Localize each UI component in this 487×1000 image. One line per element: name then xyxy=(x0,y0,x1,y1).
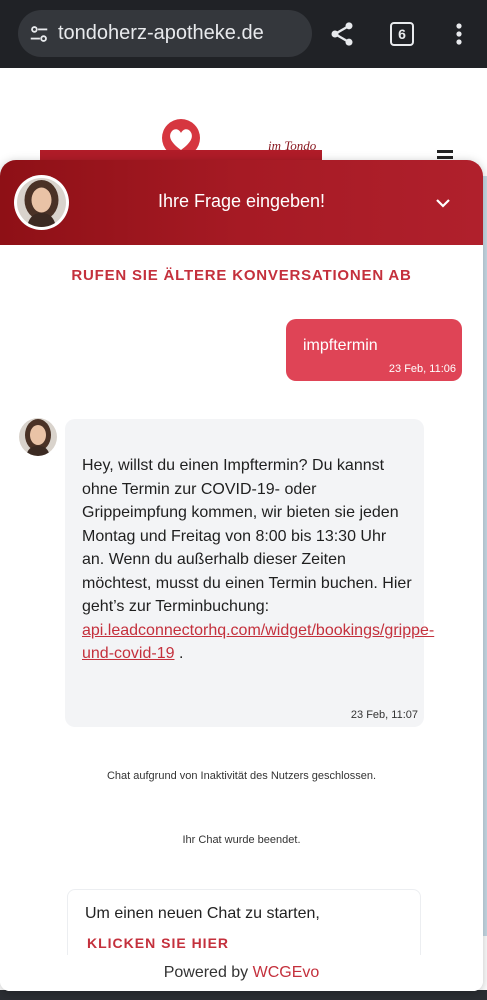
system-message-closed: Chat aufgrund von Inaktivität des Nutzer… xyxy=(106,770,377,782)
agent-message-text: Hey, willst du einen Impftermin? Du kann… xyxy=(82,454,434,666)
agent-message-end: . xyxy=(178,645,184,662)
message-timestamp: 23 Feb, 11:07 xyxy=(350,709,418,721)
browser-toolbar: tondoherz-apotheke.de 6 xyxy=(0,0,487,68)
message-timestamp: 23 Feb, 11:06 xyxy=(388,363,456,375)
system-message-ended: Ihr Chat wurde beendet. xyxy=(182,834,301,846)
system-nav-area xyxy=(0,990,487,1000)
powered-by-brand[interactable]: WCGEvo xyxy=(253,964,320,981)
share-icon[interactable] xyxy=(328,20,356,48)
chat-header[interactable]: Ihre Frage eingeben! xyxy=(0,160,483,245)
user-message-text: impftermin xyxy=(303,337,378,354)
address-bar[interactable]: tondoherz-apotheke.de xyxy=(18,10,312,57)
chat-widget: Ihre Frage eingeben! RUFEN SIE ÄLTERE KO… xyxy=(0,160,483,991)
restart-chat-button[interactable]: KLICKEN SIE HIER xyxy=(87,935,229,951)
tabs-icon[interactable]: 6 xyxy=(390,22,414,46)
logo-wordmark xyxy=(40,150,322,160)
agent-avatar xyxy=(19,418,57,456)
booking-link[interactable]: api.leadconnectorhq.com/widget/bookings/… xyxy=(82,622,434,663)
avatar-icon xyxy=(19,418,57,456)
older-conversations-link[interactable]: RUFEN SIE ÄLTERE KONVERSATIONEN AB xyxy=(0,267,483,284)
chat-header-title: Ihre Frage eingeben! xyxy=(157,191,326,211)
tune-icon[interactable] xyxy=(28,23,50,45)
powered-by-label: Powered by xyxy=(163,964,249,981)
powered-by-footer: Powered by WCGEvo xyxy=(0,955,483,991)
url-text[interactable]: tondoherz-apotheke.de xyxy=(58,22,264,45)
restart-chat-text: Um einen neuen Chat zu starten, xyxy=(85,905,320,922)
agent-message-body: Hey, willst du einen Impftermin? Du kann… xyxy=(82,457,412,615)
user-message: impftermin 23 Feb, 11:06 xyxy=(286,319,462,381)
more-vert-icon[interactable] xyxy=(447,20,471,48)
agent-message: Hey, willst du einen Impftermin? Du kann… xyxy=(65,419,434,727)
chevron-down-icon[interactable] xyxy=(432,192,454,214)
tab-count: 6 xyxy=(398,26,406,42)
